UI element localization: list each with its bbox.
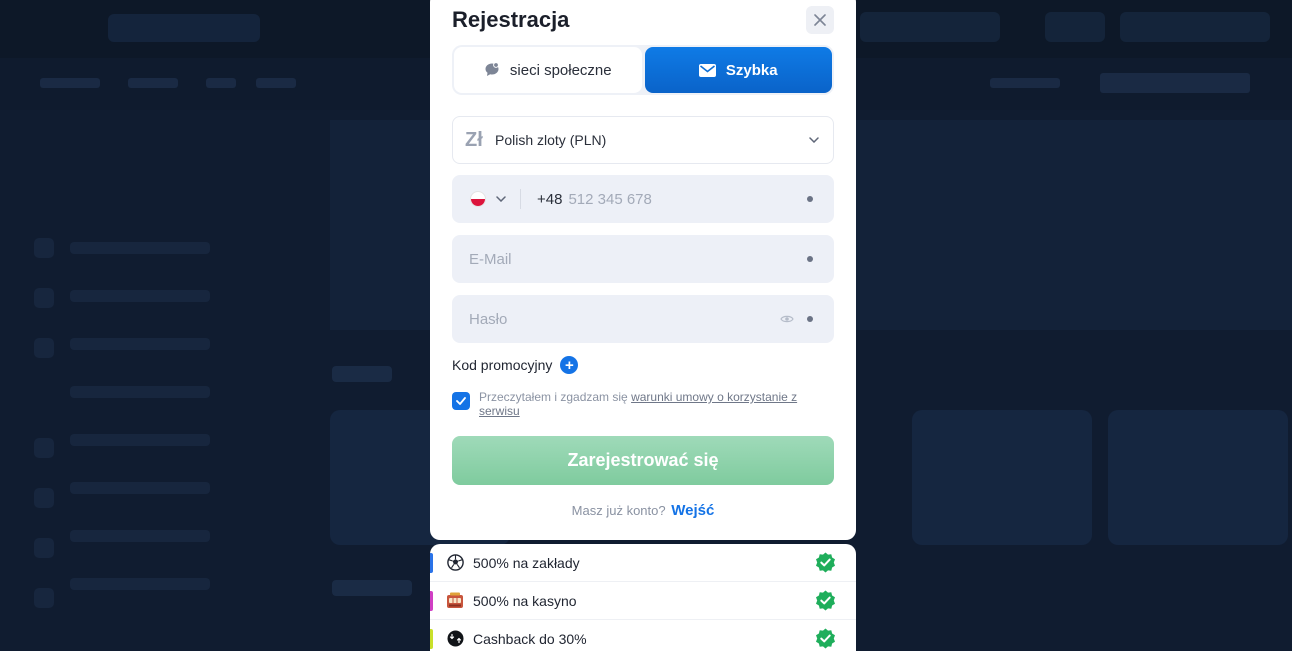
background-nav-item bbox=[1100, 73, 1250, 93]
background-nav-item bbox=[256, 78, 296, 88]
poland-flag-icon[interactable] bbox=[470, 191, 486, 207]
tab-quick-label: Szybka bbox=[725, 61, 778, 79]
chevron-down-icon bbox=[809, 137, 819, 143]
background-sidebar-row bbox=[70, 386, 210, 398]
verified-check-icon bbox=[816, 628, 835, 649]
phone-prefix: +48 bbox=[537, 190, 563, 208]
promo-code-label: Kod promocyjny bbox=[452, 357, 553, 373]
background-tile bbox=[1108, 410, 1288, 545]
plus-icon[interactable]: + bbox=[560, 356, 579, 374]
bonus-color-bar bbox=[430, 591, 433, 611]
login-prompt-text: Masz już konto? bbox=[571, 503, 666, 518]
password-placeholder: Hasło bbox=[469, 310, 508, 328]
background-sidebar-icon bbox=[34, 588, 54, 608]
bonus-item: Cashback do 30% bbox=[430, 620, 856, 651]
terms-text-prefix: Przeczytałem i zgadzam się bbox=[479, 390, 632, 404]
bonus-panel: 500% na zakłady 500% na kasyno Cashback … bbox=[430, 544, 856, 651]
background-nav-item bbox=[990, 78, 1060, 88]
background-heading bbox=[332, 366, 392, 382]
login-prompt: Masz już konto? Wejść bbox=[430, 502, 856, 519]
verified-check-icon bbox=[816, 552, 835, 573]
background-tile bbox=[912, 410, 1092, 545]
currency-select[interactable]: Zł Polish zloty (PLN) bbox=[452, 116, 834, 164]
tab-quick[interactable]: Szybka bbox=[644, 47, 832, 93]
chat-bubble-icon bbox=[485, 62, 499, 76]
background-sidebar bbox=[20, 218, 310, 651]
background-sidebar-icon bbox=[34, 338, 54, 358]
email-field[interactable]: E-Mail bbox=[452, 235, 834, 283]
background-nav-item bbox=[128, 78, 178, 88]
background-pill bbox=[1120, 12, 1270, 42]
password-field[interactable]: Hasło bbox=[452, 295, 834, 343]
close-icon bbox=[814, 14, 826, 26]
background-pill bbox=[1045, 12, 1105, 42]
promo-code-toggle[interactable]: Kod promocyjny + bbox=[452, 356, 579, 374]
background-sidebar-icon bbox=[34, 438, 54, 458]
phone-field[interactable]: +48 512 345 678 bbox=[452, 175, 834, 223]
eye-icon[interactable] bbox=[780, 314, 794, 324]
required-dot bbox=[807, 196, 813, 202]
background-nav-item bbox=[40, 78, 100, 88]
background-sidebar-row bbox=[70, 434, 210, 446]
terms-agreement: Przeczytałem i zgadzam się warunki umowy… bbox=[452, 390, 822, 418]
background-sidebar-row bbox=[70, 242, 210, 254]
bonus-color-bar bbox=[430, 629, 433, 649]
bonus-item: 500% na zakłady bbox=[430, 544, 856, 582]
background-sidebar-icon bbox=[34, 538, 54, 558]
background-sidebar-row bbox=[70, 482, 210, 494]
verified-check-icon bbox=[816, 590, 835, 611]
phone-placeholder: 512 345 678 bbox=[568, 190, 652, 208]
tab-social-networks[interactable]: sieci społeczne bbox=[454, 47, 642, 93]
background-sidebar-row bbox=[70, 338, 210, 350]
tab-social-label: sieci społeczne bbox=[509, 61, 612, 79]
divider bbox=[520, 189, 521, 209]
background-heading bbox=[332, 580, 412, 596]
email-placeholder: E-Mail bbox=[469, 250, 512, 268]
soccer-ball-icon bbox=[446, 554, 464, 572]
bonus-label: 500% na zakłady bbox=[473, 554, 580, 571]
background-sidebar-icon bbox=[34, 488, 54, 508]
bonus-color-bar bbox=[430, 553, 433, 573]
background-sidebar-icon bbox=[34, 288, 54, 308]
background-pill bbox=[860, 12, 1000, 42]
registration-tabs: sieci społeczne Szybka bbox=[452, 45, 834, 95]
background-sidebar-row bbox=[70, 290, 210, 302]
required-dot bbox=[807, 316, 813, 322]
checkmark-icon bbox=[456, 397, 466, 405]
background-sidebar-row bbox=[70, 530, 210, 542]
slot-machine-icon bbox=[446, 592, 464, 610]
login-link[interactable]: Wejść bbox=[671, 502, 714, 519]
bonus-label: Cashback do 30% bbox=[473, 630, 587, 647]
bonus-label: 500% na kasyno bbox=[473, 592, 577, 609]
bonus-item: 500% na kasyno bbox=[430, 582, 856, 620]
background-nav-item bbox=[206, 78, 236, 88]
currency-value: Polish zloty (PLN) bbox=[495, 132, 607, 148]
close-button[interactable] bbox=[806, 6, 834, 34]
terms-text: Przeczytałem i zgadzam się warunki umowy… bbox=[479, 390, 822, 418]
currency-symbol: Zł bbox=[465, 128, 483, 151]
envelope-icon bbox=[698, 63, 716, 77]
cashback-icon bbox=[446, 630, 464, 648]
background-logo bbox=[108, 14, 260, 42]
register-button[interactable]: Zarejestrować się bbox=[452, 436, 834, 485]
chevron-down-icon[interactable] bbox=[496, 196, 506, 202]
background-sidebar-row bbox=[70, 578, 210, 590]
registration-modal: Rejestracja sieci społeczne Szybka Zł Po… bbox=[430, 0, 856, 540]
modal-title: Rejestracja bbox=[452, 7, 570, 32]
required-dot bbox=[807, 256, 813, 262]
background-sidebar-icon bbox=[34, 238, 54, 258]
terms-checkbox[interactable] bbox=[452, 392, 470, 410]
